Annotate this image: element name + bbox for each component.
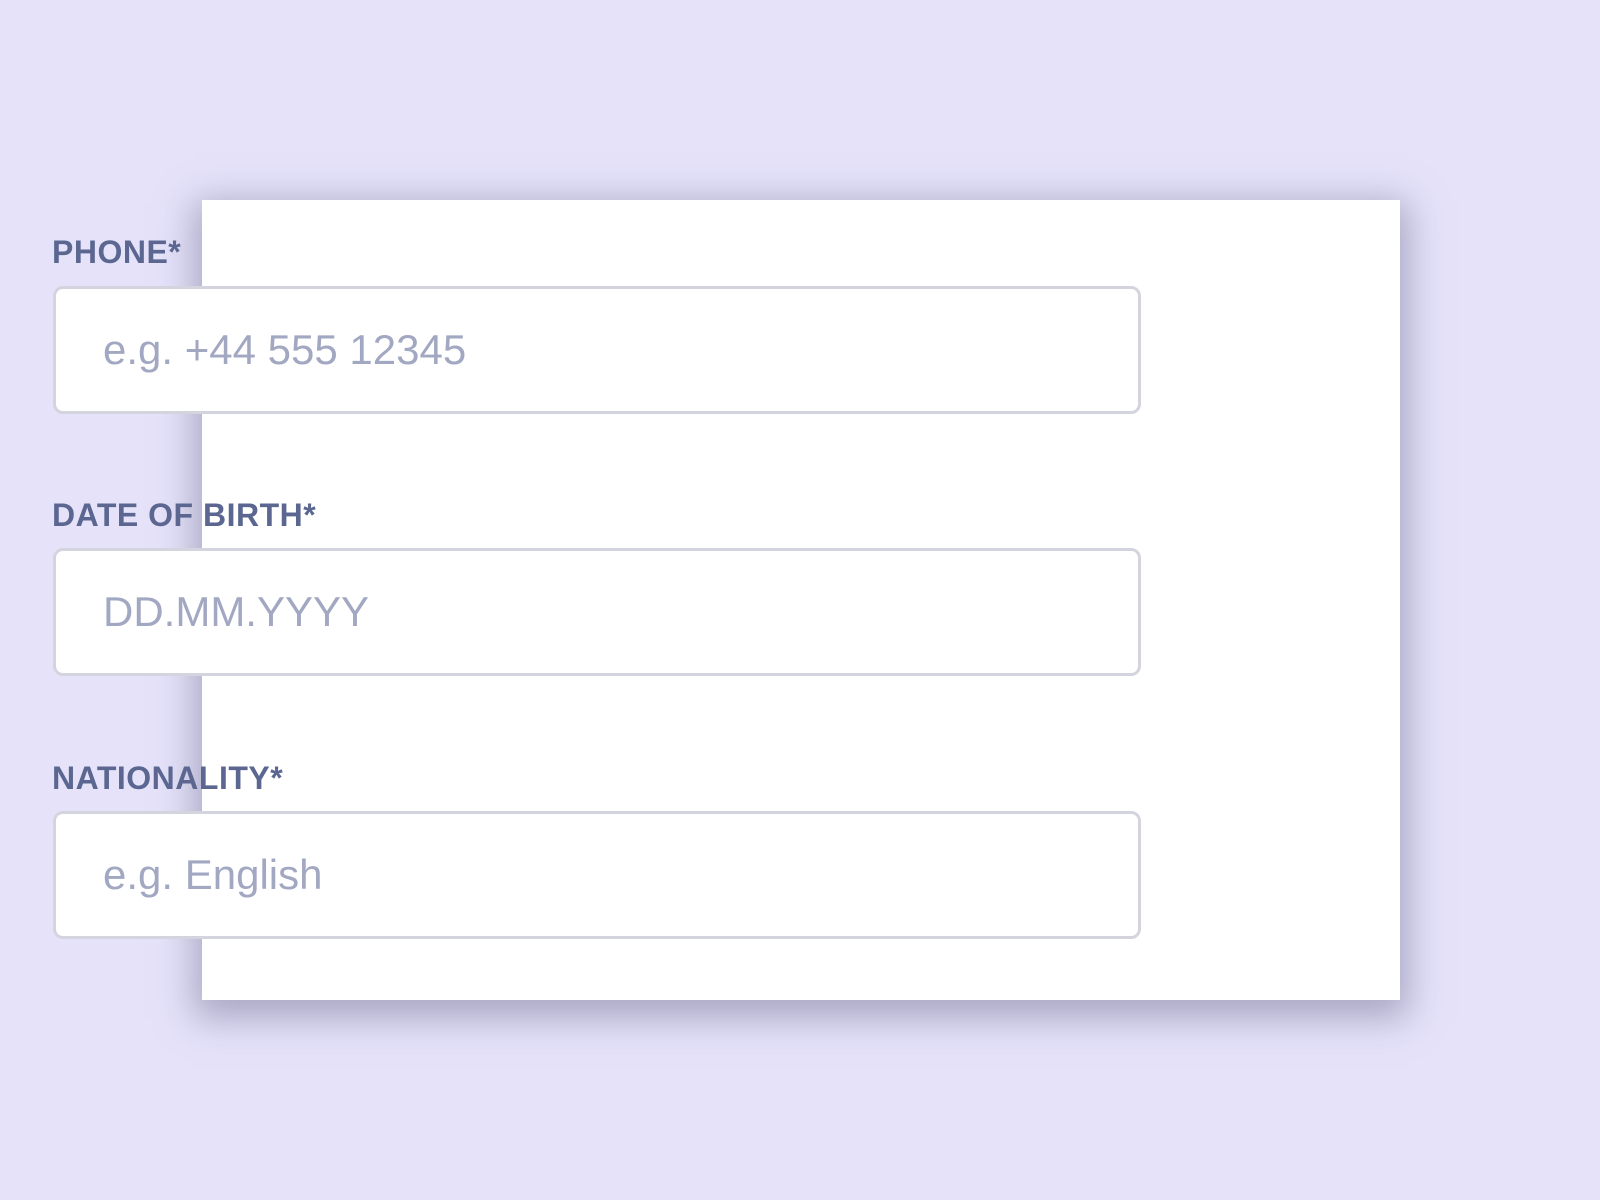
date-of-birth-label: DATE OF BIRTH* [52, 497, 317, 533]
phone-input[interactable] [53, 286, 1141, 414]
phone-label: PHONE* [52, 234, 182, 270]
page-background: { "form": { "fields": [ { "label": "PHON… [0, 0, 1600, 1200]
nationality-label: NATIONALITY* [52, 760, 284, 796]
nationality-input[interactable] [53, 811, 1141, 939]
date-of-birth-input[interactable] [53, 548, 1141, 676]
